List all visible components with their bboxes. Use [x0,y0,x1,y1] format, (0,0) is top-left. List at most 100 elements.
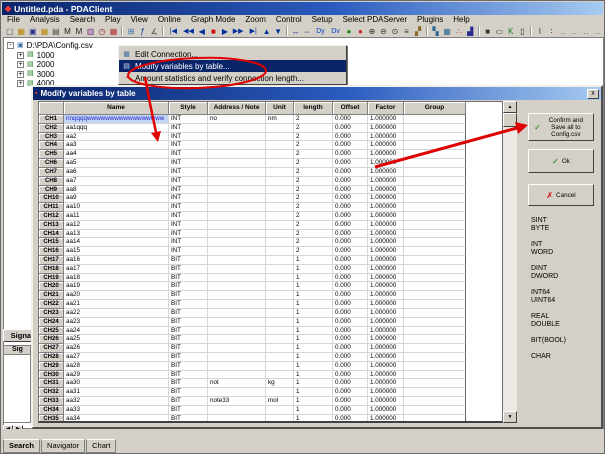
scrollbar-thumb[interactable] [503,113,517,127]
cell-offset[interactable]: 0.000 [333,371,368,380]
table-view-icon[interactable]: ▦ [441,26,453,37]
cell-group[interactable] [404,274,466,283]
row-header-ch12[interactable]: CH12 [39,212,64,221]
cell-group[interactable] [404,291,466,300]
cell-group[interactable] [404,406,466,415]
cell-name[interactable]: aa28 [64,362,169,371]
cell-group[interactable] [404,415,466,423]
menu-help[interactable]: Help [448,15,474,25]
cell-group[interactable] [404,318,466,327]
expand-icon[interactable]: + [17,80,24,87]
cell-length[interactable]: 2 [294,203,333,212]
cell-factor[interactable]: 1.000000 [368,415,404,423]
column-header-address-note[interactable]: Address / Note [208,102,266,115]
cell-style[interactable]: INT [169,124,208,133]
zoom-reset-icon[interactable]: ⊙ [389,26,401,37]
cell-note[interactable] [208,124,266,133]
expand-icon[interactable]: + [17,52,24,59]
cell-offset[interactable]: 0.000 [333,115,368,124]
cell-unit[interactable] [266,388,294,397]
cell-name[interactable]: aa2 [64,133,169,142]
tree-node-1000[interactable]: +▤1000 [7,51,93,61]
cell-note[interactable] [208,318,266,327]
cell-name[interactable]: aa27 [64,353,169,362]
menu-setup[interactable]: Setup [307,15,338,25]
cell-factor[interactable]: 1.000000 [368,141,404,150]
zoom-out-icon[interactable]: ⊖ [378,26,390,37]
row-header-ch6[interactable]: CH6 [39,159,64,168]
cell-name[interactable]: aa31 [64,388,169,397]
skip-start-icon[interactable]: |◀ [166,26,181,37]
marker-d-icon[interactable]: ‥ [592,26,604,37]
cell-factor[interactable]: 1.000000 [368,388,404,397]
cell-group[interactable] [404,256,466,265]
cell-offset[interactable]: 0.000 [333,362,368,371]
cell-note[interactable] [208,327,266,336]
cell-length[interactable]: 2 [294,186,333,195]
cell-factor[interactable]: 1.000000 [368,291,404,300]
menu-graph-mode[interactable]: Graph Mode [186,15,240,25]
cell-length[interactable]: 2 [294,150,333,159]
cell-unit[interactable]: kg [266,379,294,388]
globe-red-icon[interactable]: ● [355,26,367,37]
cell-length[interactable]: 2 [294,177,333,186]
cell-group[interactable] [404,247,466,256]
cell-name[interactable]: aa23 [64,318,169,327]
cell-factor[interactable]: 1.000000 [368,150,404,159]
cell-group[interactable] [404,168,466,177]
cell-name[interactable]: aa24 [64,327,169,336]
cell-style[interactable]: BIT [169,327,208,336]
menu-online[interactable]: Online [153,15,186,25]
column-header-style[interactable]: Style [169,102,208,115]
cell-group[interactable] [404,221,466,230]
cell-unit[interactable] [266,133,294,142]
cell-factor[interactable]: 1.000000 [368,238,404,247]
cell-note[interactable] [208,353,266,362]
row-header-ch15[interactable]: CH15 [39,238,64,247]
cell-note[interactable] [208,415,266,423]
open-file-icon[interactable]: ▦ [16,26,28,37]
cell-name[interactable]: aa21 [64,300,169,309]
cell-unit[interactable] [266,221,294,230]
row-header-ch9[interactable]: CH9 [39,186,64,195]
cell-style[interactable]: INT [169,212,208,221]
cell-group[interactable] [404,115,466,124]
cell-name[interactable]: aa16 [64,256,169,265]
stats-icon[interactable]: ▞ [412,26,424,37]
cell-offset[interactable]: 0.000 [333,397,368,406]
globe-green-icon[interactable]: ● [343,26,355,37]
row-header-ch33[interactable]: CH33 [39,397,64,406]
cursor-two-icon[interactable]: ∶ [546,26,558,37]
cell-style[interactable]: INT [169,115,208,124]
cell-unit[interactable] [266,203,294,212]
cell-factor[interactable]: 1.000000 [368,265,404,274]
cell-length[interactable]: 1 [294,300,333,309]
cell-group[interactable] [404,203,466,212]
fast-rewind-icon[interactable]: ◀◀ [181,26,196,37]
cell-group[interactable] [404,327,466,336]
cell-factor[interactable]: 1.000000 [368,168,404,177]
find-icon[interactable]: M [62,26,74,37]
cell-factor[interactable]: 1.000000 [368,124,404,133]
screen-icon[interactable]: ▭ [493,26,505,37]
row-header-ch31[interactable]: CH31 [39,379,64,388]
cell-unit[interactable] [266,247,294,256]
cell-unit[interactable] [266,335,294,344]
cell-group[interactable] [404,186,466,195]
cell-group[interactable] [404,265,466,274]
cell-name[interactable]: aa33 [64,406,169,415]
zoom-in-icon[interactable]: ⊕ [366,26,378,37]
cell-factor[interactable]: 1.000000 [368,379,404,388]
cell-note[interactable] [208,274,266,283]
cursor-one-icon[interactable]: I [534,26,546,37]
cell-name[interactable]: aa14 [64,238,169,247]
cell-note[interactable] [208,344,266,353]
menu-analysis[interactable]: Analysis [25,15,65,25]
cell-style[interactable]: BIT [169,415,208,423]
cell-offset[interactable]: 0.000 [333,282,368,291]
cell-unit[interactable]: nm [266,115,294,124]
column-header-group[interactable]: Group [404,102,466,115]
print-icon[interactable]: ▤ [50,26,62,37]
cell-name[interactable]: aa8 [64,186,169,195]
cell-offset[interactable]: 0.000 [333,353,368,362]
